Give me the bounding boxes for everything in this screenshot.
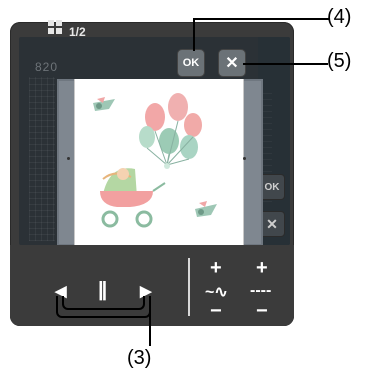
- dash-minus-button[interactable]: −: [256, 300, 268, 323]
- controls-divider: [188, 258, 190, 316]
- zigzag-plus-button[interactable]: +: [210, 257, 222, 280]
- close-button[interactable]: ✕: [218, 49, 246, 77]
- leader-line-4-h: [193, 18, 329, 20]
- side-ok-label: OK: [264, 181, 280, 193]
- ok-button-label: OK: [182, 57, 200, 69]
- ok-button[interactable]: OK: [177, 49, 205, 77]
- zigzag-minus-button[interactable]: −: [210, 300, 222, 323]
- page-badge-icon: [48, 20, 62, 34]
- preview-left-marker: [67, 157, 70, 160]
- embroidery-preview: [74, 79, 244, 246]
- close-icon: ✕: [225, 55, 239, 72]
- left-grid: [29, 77, 55, 241]
- dimmed-label: 820: [35, 60, 59, 74]
- side-close-icon: ✕: [266, 215, 278, 232]
- callout-3: (3): [127, 347, 152, 369]
- callout-4: (4): [327, 6, 352, 28]
- dash-plus-button[interactable]: +: [256, 257, 268, 280]
- baby-carriage-illustration-icon: [93, 93, 217, 228]
- callout-5: (5): [327, 50, 352, 72]
- leader-line-4-v: [193, 18, 195, 51]
- dash-stitch-icon: ----: [250, 282, 272, 299]
- preview-right-marker: [243, 157, 246, 160]
- leader-line-3: [149, 304, 151, 346]
- bracket-3-inner: [62, 296, 145, 310]
- zigzag-stitch-icon: ~∿: [205, 284, 228, 301]
- page-indicator: 1/2: [69, 25, 86, 39]
- leader-line-5: [243, 63, 328, 65]
